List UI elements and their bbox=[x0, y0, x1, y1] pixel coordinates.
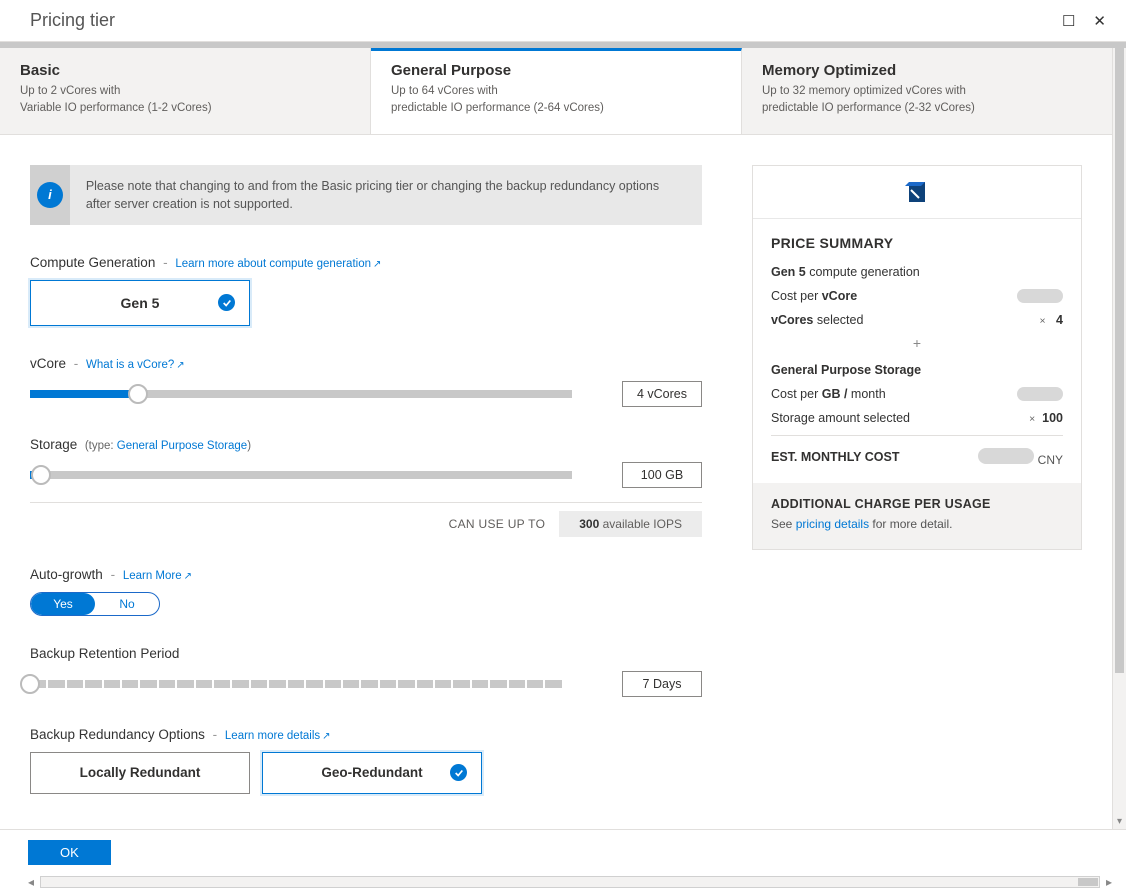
est-cost-label: EST. MONTHLY COST bbox=[771, 450, 900, 464]
maximize-icon[interactable]: ☐ bbox=[1062, 12, 1075, 30]
autogrowth-section: Auto-growth - Learn More↗ Yes No bbox=[30, 567, 702, 616]
additional-charge-title: ADDITIONAL CHARGE PER USAGE bbox=[771, 497, 1063, 511]
toggle-yes[interactable]: Yes bbox=[31, 593, 95, 615]
tier-tabs: Basic Up to 2 vCores with Variable IO pe… bbox=[0, 48, 1112, 135]
storage-value[interactable]: 100 GB bbox=[622, 462, 702, 488]
storage-label: Storage bbox=[30, 437, 77, 452]
compute-generation-section: Compute Generation - Learn more about co… bbox=[30, 255, 702, 326]
tab-general-purpose[interactable]: General Purpose Up to 64 vCores with pre… bbox=[371, 48, 742, 134]
retention-slider[interactable] bbox=[30, 680, 572, 688]
checkmark-icon bbox=[450, 764, 467, 781]
tab-general-title: General Purpose bbox=[391, 62, 721, 79]
summary-title: PRICE SUMMARY bbox=[771, 235, 1063, 251]
info-banner: i Please note that changing to and from … bbox=[30, 165, 702, 225]
ok-button[interactable]: OK bbox=[28, 840, 111, 865]
external-link-icon: ↗ bbox=[322, 731, 330, 742]
iops-indicator: CAN USE UP TO 300 available IOPS bbox=[30, 502, 702, 537]
toggle-no[interactable]: No bbox=[95, 593, 159, 615]
checkmark-icon bbox=[218, 294, 235, 311]
redacted-cost bbox=[1017, 289, 1063, 303]
storage-section: Storage (type: General Purpose Storage) … bbox=[30, 437, 702, 537]
tab-basic[interactable]: Basic Up to 2 vCores with Variable IO pe… bbox=[0, 48, 371, 134]
horizontal-scrollbar[interactable]: ◂ ▸ bbox=[28, 875, 1112, 889]
redacted-cost bbox=[978, 448, 1034, 464]
gen5-option[interactable]: Gen 5 bbox=[30, 280, 250, 326]
info-icon: i bbox=[37, 182, 63, 208]
external-link-icon: ↗ bbox=[184, 571, 192, 582]
scroll-right-icon: ▸ bbox=[1106, 875, 1112, 889]
vertical-scrollbar[interactable]: ▾ bbox=[1112, 48, 1126, 829]
geo-redundant-option[interactable]: Geo-Redundant bbox=[262, 752, 482, 794]
vcore-value[interactable]: 4 vCores bbox=[622, 381, 702, 407]
retention-label: Backup Retention Period bbox=[30, 646, 702, 661]
redundancy-learn-more-link[interactable]: Learn more details↗ bbox=[225, 730, 331, 742]
vcore-slider[interactable] bbox=[30, 390, 572, 398]
tab-memory-title: Memory Optimized bbox=[762, 62, 1092, 79]
tab-basic-title: Basic bbox=[20, 62, 350, 79]
pricing-details-link[interactable]: pricing details bbox=[796, 517, 869, 531]
vcore-label: vCore bbox=[30, 356, 66, 371]
retention-value[interactable]: 7 Days bbox=[622, 671, 702, 697]
storage-type-link[interactable]: General Purpose Storage bbox=[117, 440, 247, 452]
database-icon bbox=[905, 180, 929, 204]
info-text: Please note that changing to and from th… bbox=[86, 165, 702, 225]
autogrowth-toggle[interactable]: Yes No bbox=[30, 592, 160, 616]
vcore-section: vCore - What is a vCore?↗ 4 vCores bbox=[30, 356, 702, 407]
title-bar: Pricing tier ☐ ✕ bbox=[0, 0, 1126, 42]
page-title: Pricing tier bbox=[30, 10, 115, 31]
external-link-icon: ↗ bbox=[176, 360, 184, 371]
redundancy-label: Backup Redundancy Options bbox=[30, 727, 205, 742]
price-summary-card: PRICE SUMMARY Gen 5 compute generation C… bbox=[752, 165, 1082, 550]
retention-section: Backup Retention Period 7 Days bbox=[30, 646, 702, 697]
autogrowth-label: Auto-growth bbox=[30, 567, 103, 582]
vcore-help-link[interactable]: What is a vCore?↗ bbox=[86, 359, 185, 371]
compute-label: Compute Generation bbox=[30, 255, 155, 270]
compute-learn-more-link[interactable]: Learn more about compute generation↗ bbox=[175, 258, 381, 270]
scroll-left-icon: ◂ bbox=[28, 875, 34, 889]
tab-memory-optimized[interactable]: Memory Optimized Up to 32 memory optimiz… bbox=[742, 48, 1112, 134]
redundancy-section: Backup Redundancy Options - Learn more d… bbox=[30, 727, 702, 794]
redacted-cost bbox=[1017, 387, 1063, 401]
locally-redundant-option[interactable]: Locally Redundant bbox=[30, 752, 250, 794]
external-link-icon: ↗ bbox=[373, 259, 381, 270]
autogrowth-learn-more-link[interactable]: Learn More↗ bbox=[123, 570, 192, 582]
close-icon[interactable]: ✕ bbox=[1093, 12, 1106, 30]
storage-slider[interactable] bbox=[30, 471, 572, 479]
